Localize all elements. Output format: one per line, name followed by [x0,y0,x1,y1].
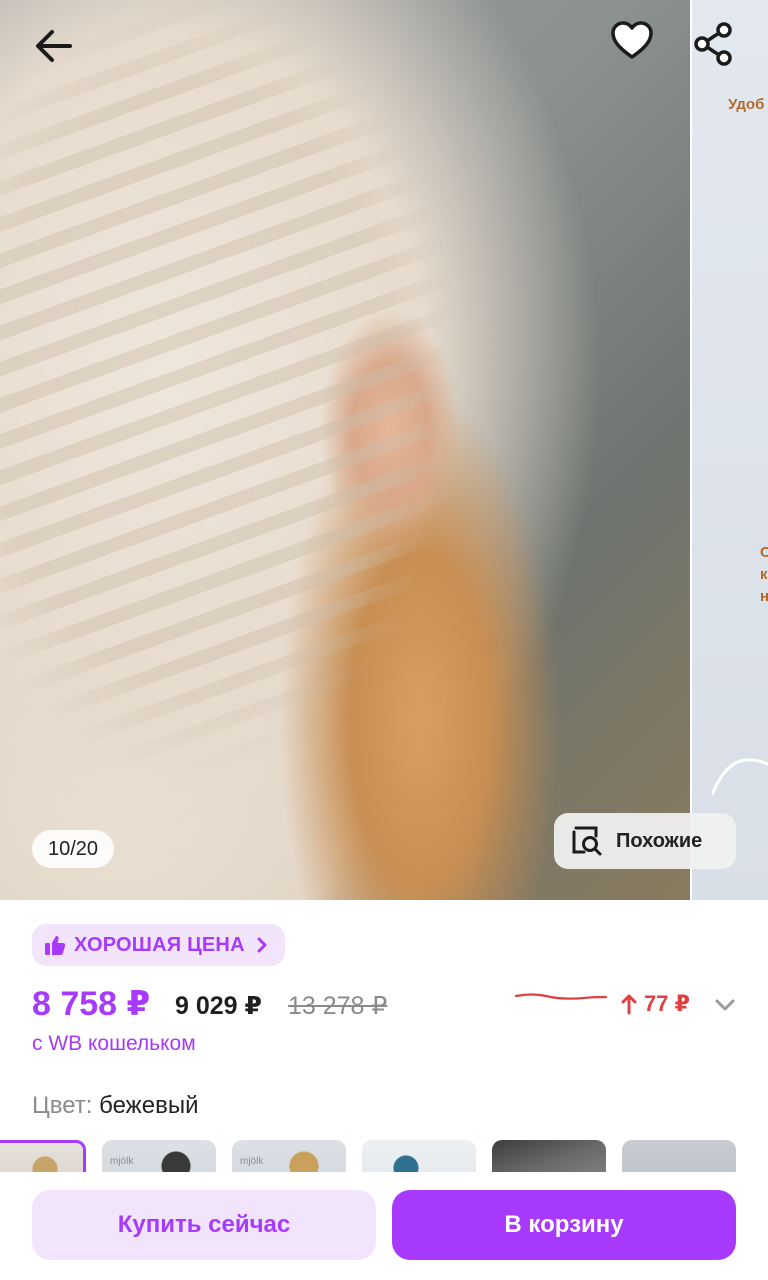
thumbs-up-icon [45,936,66,955]
next-slide-text: н [760,588,768,605]
variant-brand-label: mjölk [110,1156,134,1167]
price-trend-sparkline[interactable] [514,990,608,1010]
share-icon [694,22,732,66]
back-button[interactable] [30,22,78,70]
arrow-left-icon [36,30,72,62]
chevron-right-icon [257,937,267,953]
price-change[interactable]: 77 ₽ [620,991,690,1017]
price-old: 13 278 ₽ [288,992,388,1020]
next-slide-text: к [760,566,768,583]
add-to-cart-button[interactable]: В корзину [392,1190,736,1260]
badge-label: ХОРОШАЯ ЦЕНА [74,933,245,956]
buy-now-button[interactable]: Купить сейчас [32,1190,376,1260]
product-photo[interactable] [0,0,690,900]
color-value: бежевый [99,1092,199,1119]
price-change-value: 77 ₽ [644,991,690,1016]
heart-icon [611,21,653,59]
product-gallery[interactable]: Удоб С к н 10/20 Похожие [0,0,768,900]
color-label: Цвет: [32,1092,93,1119]
arrow-up-icon [621,994,637,1015]
share-button[interactable] [690,20,738,68]
decorative-curve [712,758,768,796]
variant-brand-label: mjölk [240,1156,264,1167]
photo-counter: 10/20 [32,830,115,868]
chevron-down-icon[interactable] [712,992,738,1018]
color-row: Цвет: бежевый [32,1092,199,1120]
next-slide-text: С [760,544,768,561]
image-search-icon [572,826,602,856]
zebra-print-pattern [0,0,560,900]
price-with-wallet: 8 758 ₽ [32,985,151,1023]
similar-label: Похожие [616,829,703,852]
favorite-button[interactable] [608,18,656,66]
next-slide-text: Удоб [728,96,765,113]
similar-button[interactable]: Похожие [554,813,736,869]
next-photo-preview[interactable]: Удоб С к н [690,0,768,900]
bottom-action-bar: Купить сейчас В корзину [0,1172,768,1280]
wallet-note: с WB кошельком [32,1032,196,1055]
good-price-badge[interactable]: ХОРОШАЯ ЦЕНА [32,924,285,966]
price-current: 9 029 ₽ [175,992,262,1020]
